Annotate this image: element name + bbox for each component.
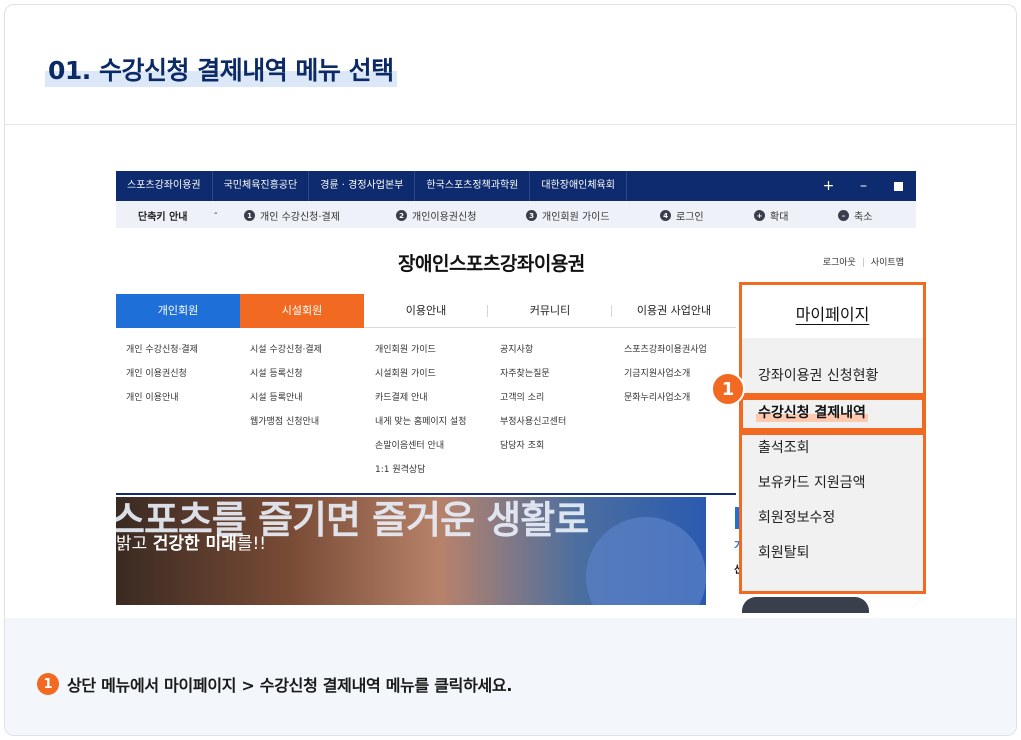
- menu-column-community: 공지사항 자주찾는질문 고객의 소리 부정사용신고센터 담당자 조회: [500, 338, 566, 458]
- family-link[interactable]: 한국스포츠정책과학원: [415, 171, 531, 201]
- menu-column-personal: 개인 수강신청·결제 개인 이용권신청 개인 이용안내: [126, 338, 198, 410]
- shortcut-item-label: 개인이용권신청: [412, 212, 477, 223]
- menu-link[interactable]: 시설 등록안내: [250, 386, 322, 410]
- shortcut-item-label: 확대: [770, 212, 789, 223]
- menu-link[interactable]: 개인 이용안내: [126, 386, 198, 410]
- util-separator: |: [861, 258, 865, 268]
- instruction-row: 1 상단 메뉴에서 마이페이지 > 수강신청 결제내역 메뉴를 클릭하세요.: [37, 672, 512, 696]
- menu-link[interactable]: 고객의 소리: [500, 386, 566, 410]
- shortcut-item-label: 개인회원 가이드: [542, 212, 610, 223]
- shortcut-item[interactable]: – 축소: [838, 208, 872, 223]
- shortcut-item[interactable]: + 확대: [754, 208, 788, 223]
- site-logo-title[interactable]: 장애인스포츠강좌이용권: [398, 249, 585, 276]
- menu-link[interactable]: 1:1 원격상담: [375, 458, 466, 482]
- instruction-text: 상단 메뉴에서 마이페이지 > 수강신청 결제내역 메뉴를 클릭하세요.: [67, 676, 513, 695]
- menu-link[interactable]: 개인 이용권신청: [126, 362, 198, 386]
- menu-link[interactable]: 내게 맞는 홈페이지 설정: [375, 410, 466, 434]
- menu-link[interactable]: 담당자 조회: [500, 434, 566, 458]
- shortcut-item-label: 축소: [854, 212, 873, 223]
- family-link[interactable]: 대한장애인체육회: [530, 171, 627, 201]
- menu-link[interactable]: 기금지원사업소개: [624, 362, 707, 386]
- menu-link[interactable]: 부정사용신고센터: [500, 410, 566, 434]
- logout-link[interactable]: 로그아웃: [823, 258, 856, 268]
- highlight-box-target: [739, 396, 926, 432]
- zoom-in-button[interactable]: +: [811, 171, 846, 201]
- menu-column-business: 스포츠강좌이용권사업 기금지원사업소개 문화누리사업소개: [624, 338, 707, 410]
- hero-subtext: 밝고 건강한 미래를!!: [116, 529, 266, 554]
- step-number-badge: 1: [37, 673, 59, 695]
- shortcut-item-label: 개인 수강신청·결제: [260, 212, 340, 223]
- hero-sub-prefix: 밝고: [116, 534, 153, 554]
- menu-link[interactable]: 자주찾는질문: [500, 362, 566, 386]
- highlight-box-top: [739, 282, 926, 396]
- menu-column-facility: 시설 수강신청·결제 시설 등록신청 시설 등록안내 웹가맹점 신청안내: [250, 338, 322, 434]
- shortcut-item[interactable]: 4 로그인: [660, 208, 704, 223]
- shortcut-bar: 단축키 안내 - 1 개인 수강신청·결제 2 개인이용권신청 3 개인회원 가이드 …: [116, 201, 916, 228]
- menu-column-guide: 개인회원 가이드 시설회원 가이드 카드결제 안내 내게 맞는 홈페이지 설정 …: [375, 338, 466, 482]
- shortcut-item[interactable]: 3 개인회원 가이드: [526, 208, 610, 223]
- shortcut-key: 4: [660, 210, 671, 221]
- hero-sub-bold: 건강한 미래: [152, 534, 237, 554]
- fullscreen-icon[interactable]: [881, 171, 916, 201]
- menu-link[interactable]: 개인 수강신청·결제: [126, 338, 198, 362]
- family-site-bar: 스포츠강좌이용권 국민체육진흥공단 경륜 · 경정사업본부 한국스포츠정책과학원…: [116, 171, 916, 201]
- step-callout-badge: 1: [711, 372, 745, 406]
- dark-button-peek: [742, 597, 869, 613]
- menu-link[interactable]: 개인회원 가이드: [375, 338, 466, 362]
- instruction-bar: 1 상단 메뉴에서 마이페이지 > 수강신청 결제내역 메뉴를 클릭하세요.: [5, 618, 1016, 735]
- step-title: 01. 수강신청 결제내역 메뉴 선택: [45, 51, 397, 87]
- shortcut-key: 2: [396, 210, 407, 221]
- shortcut-item-label: 로그인: [676, 212, 704, 223]
- shortcut-item[interactable]: 1 개인 수강신청·결제: [244, 208, 340, 223]
- nav-personal-member[interactable]: 개인회원: [116, 294, 240, 328]
- shortcut-key: 3: [526, 210, 537, 221]
- shortcut-key: –: [838, 210, 849, 221]
- menu-link[interactable]: 시설 등록신청: [250, 362, 322, 386]
- hero-banner: 스포츠를 즐기면 즐거운 생활로 밝고 건강한 미래를!!: [116, 497, 706, 605]
- nav-business-info[interactable]: 이용권 사업안내: [612, 294, 736, 328]
- menu-link[interactable]: 손말이음센터 안내: [375, 434, 466, 458]
- menu-link[interactable]: 웹가맹점 신청안내: [250, 410, 322, 434]
- hero-sub-suffix: 를!!: [236, 534, 267, 554]
- nav-community[interactable]: 커뮤니티: [488, 294, 612, 328]
- baseball-image: [586, 517, 706, 605]
- menu-link[interactable]: 시설 수강신청·결제: [250, 338, 322, 362]
- menu-link[interactable]: 문화누리사업소개: [624, 386, 707, 410]
- shortcut-key: +: [754, 210, 765, 221]
- menu-link[interactable]: 스포츠강좌이용권사업: [624, 338, 707, 362]
- menu-link[interactable]: 카드결제 안내: [375, 386, 466, 410]
- menu-link[interactable]: 시설회원 가이드: [375, 362, 466, 386]
- utility-links: 로그아웃 | 사이트맵: [823, 255, 904, 268]
- shortcut-label: 단축키 안내: [138, 212, 188, 223]
- sitemap-link[interactable]: 사이트맵: [871, 258, 904, 268]
- highlight-box-bottom: [739, 432, 926, 594]
- menu-link[interactable]: 공지사항: [500, 338, 566, 362]
- shortcut-dash: -: [214, 208, 218, 219]
- nav-usage-guide[interactable]: 이용안내: [364, 294, 488, 328]
- shortcut-key: 1: [244, 210, 255, 221]
- zoom-out-button[interactable]: –: [846, 171, 881, 201]
- nav-facility-member[interactable]: 시설회원: [240, 294, 364, 328]
- card-header: 01. 수강신청 결제내역 메뉴 선택: [5, 5, 1016, 125]
- mega-menu-dropdown: 개인 수강신청·결제 개인 이용권신청 개인 이용안내 시설 수강신청·결제 시…: [116, 328, 736, 495]
- family-link[interactable]: 국민체육진흥공단: [213, 171, 310, 201]
- family-link[interactable]: 경륜 · 경정사업본부: [309, 171, 416, 201]
- family-link[interactable]: 스포츠강좌이용권: [116, 171, 213, 201]
- global-nav: 개인회원 시설회원 이용안내 커뮤니티 이용권 사업안내: [116, 294, 736, 328]
- shortcut-item[interactable]: 2 개인이용권신청: [396, 208, 476, 223]
